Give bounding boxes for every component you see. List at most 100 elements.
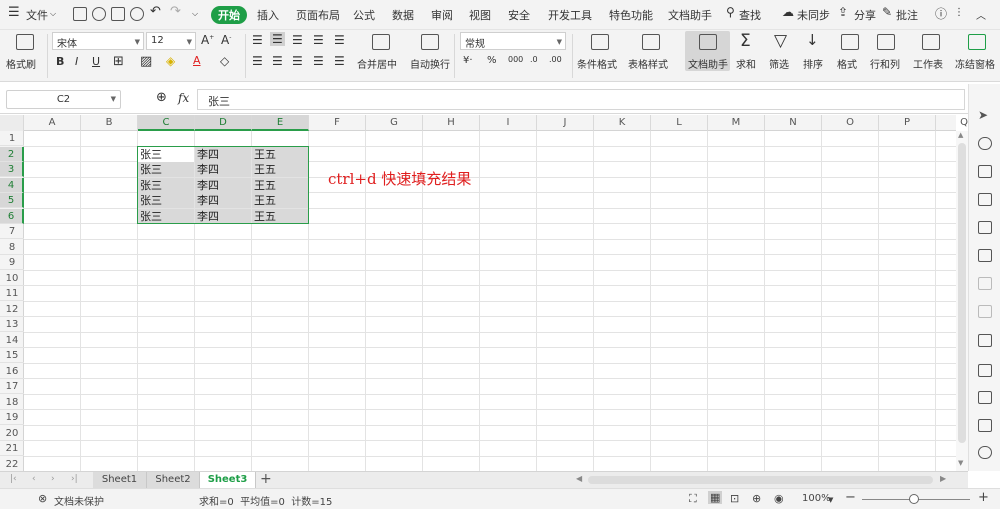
row-header[interactable]: 4 [0,177,24,193]
wrap-text-button[interactable]: 自动换行 [410,56,450,71]
row-header[interactable]: 8 [0,240,24,255]
row-header[interactable]: 21 [0,441,24,456]
bold-icon[interactable]: B [56,55,64,68]
normal-view-icon[interactable]: ▦ [708,491,723,504]
align-left-icon[interactable]: ☰ [252,54,263,68]
select-all-corner[interactable] [0,115,24,131]
sum-icon[interactable]: Σ [740,31,751,51]
row-header[interactable]: 13 [0,317,24,332]
vertical-scrollbar[interactable]: ▲ ▼ [956,131,968,471]
scroll-left-icon[interactable]: ◀ [576,474,582,483]
row-col-icon[interactable] [877,34,895,50]
format-icon[interactable] [841,34,859,50]
worksheet-icon[interactable] [922,34,940,50]
row-header[interactable]: 20 [0,426,24,441]
column-header[interactable]: F [309,115,366,131]
export-icon[interactable] [978,364,992,377]
print-preview-icon[interactable] [130,7,144,21]
file-menu-dropdown-icon[interactable]: ⌵ [50,9,56,19]
column-header[interactable]: I [480,115,537,131]
doc-helper-icon[interactable] [699,34,717,50]
currency-icon[interactable]: ¥· [463,55,473,66]
zoom-out-icon[interactable]: − [845,490,856,505]
indent-decrease-icon[interactable]: ☰ [313,33,324,47]
conditional-format-button[interactable]: 条件格式 [577,56,617,71]
tab-view[interactable]: 视图 [469,7,491,23]
quick-access-dropdown-icon[interactable]: ⌵ [192,9,198,19]
zoom-formula-icon[interactable]: ⊕ [156,90,167,105]
column-header[interactable]: J [537,115,594,131]
font-name-select[interactable]: 宋体 ▼ [52,32,144,50]
increase-font-icon[interactable]: A+ [201,33,214,47]
row-header[interactable]: 10 [0,271,24,286]
pointer-icon[interactable]: ➤ [978,108,988,122]
sheet-tab-1[interactable]: Sheet1 [93,472,147,488]
shapes-icon[interactable] [978,137,992,150]
align-top-icon[interactable]: ☰ [252,33,263,47]
decrease-font-icon[interactable]: A- [221,33,231,47]
format-button[interactable]: 格式 [837,56,857,71]
italic-icon[interactable]: I [75,55,78,68]
search-label[interactable]: 查找 [739,7,761,23]
column-header[interactable]: H [423,115,480,131]
apps-icon[interactable] [978,221,992,234]
underline-icon[interactable]: U [92,55,100,68]
table-style-icon[interactable] [642,34,660,50]
row-col-button[interactable]: 行和列 [870,56,900,71]
cell-style-icon[interactable]: ▨ [140,54,152,69]
row-header[interactable]: 17 [0,379,24,394]
sync-cloud-icon[interactable]: ☁ [782,5,794,19]
archive-icon[interactable] [978,391,992,404]
format-painter-icon[interactable] [16,34,34,50]
tab-special-features[interactable]: 特色功能 [609,7,653,23]
first-sheet-icon[interactable]: |‹ [10,474,17,484]
fx-label[interactable]: fx [178,91,189,105]
column-header[interactable]: G [366,115,423,131]
font-color-icon[interactable]: A [193,54,201,67]
cell-grid[interactable]: 张三 李四 王五 张三 李四 王五 张三 李四 王五 张三 李四 王五 张三 李四 王五 ctrl+d 快速填… [24,131,956,471]
comment-button[interactable]: 批注 [896,7,918,23]
sheet-tab-2[interactable]: Sheet2 [147,472,200,488]
redo-icon[interactable]: ↷ [170,4,181,19]
column-header[interactable]: A [24,115,81,131]
print-icon[interactable] [111,7,125,21]
sum-button[interactable]: 求和 [736,56,756,71]
row-header[interactable]: 15 [0,348,24,363]
column-header[interactable]: E [252,115,309,131]
fill-color-icon[interactable]: ◈ [166,54,175,68]
tab-doc-helper[interactable]: 文档助手 [668,7,712,23]
add-sheet-icon[interactable]: + [260,471,272,487]
tab-home[interactable]: 开始 [211,6,247,24]
fullscreen-icon[interactable]: ⛶ [689,492,697,506]
tab-developer[interactable]: 开发工具 [548,7,592,23]
last-sheet-icon[interactable]: ›| [71,474,78,484]
column-header[interactable]: C [138,115,195,131]
page-break-view-icon[interactable]: ⊡ [730,492,739,505]
filter-icon[interactable]: ▽ [774,31,787,51]
sheet-tab-3[interactable]: Sheet3 [200,472,256,488]
row-header[interactable]: 18 [0,395,24,410]
merge-center-icon[interactable] [372,34,390,50]
table-style-button[interactable]: 表格样式 [628,56,668,71]
style-icon[interactable] [978,165,992,178]
hamburger-menu-icon[interactable]: ☰ [8,5,20,20]
next-sheet-icon[interactable]: › [51,474,55,484]
tab-security[interactable]: 安全 [508,7,530,23]
tab-insert[interactable]: 插入 [257,7,279,23]
distributed-align-icon[interactable]: ☰ [334,54,345,68]
font-size-select[interactable]: 12 ▼ [146,32,196,50]
reading-mode-icon[interactable]: ⊕ [752,492,761,505]
thousands-icon[interactable]: 000 [508,55,523,64]
share-button[interactable]: 分享 [854,7,876,23]
scroll-down-icon[interactable]: ▼ [958,459,963,467]
row-header[interactable]: 19 [0,410,24,425]
zoom-slider-knob[interactable] [909,494,919,504]
worksheet-button[interactable]: 工作表 [913,56,943,71]
justify-icon[interactable]: ☰ [313,54,324,68]
align-bottom-icon[interactable]: ☰ [292,33,303,47]
selection-summary[interactable]: 求和=0 平均值=0 计数=15 [199,493,332,508]
formula-input[interactable]: 张三 [197,89,965,110]
indent-increase-icon[interactable]: ☰ [334,33,345,47]
row-header[interactable]: 14 [0,333,24,348]
tab-formulas[interactable]: 公式 [353,7,375,23]
